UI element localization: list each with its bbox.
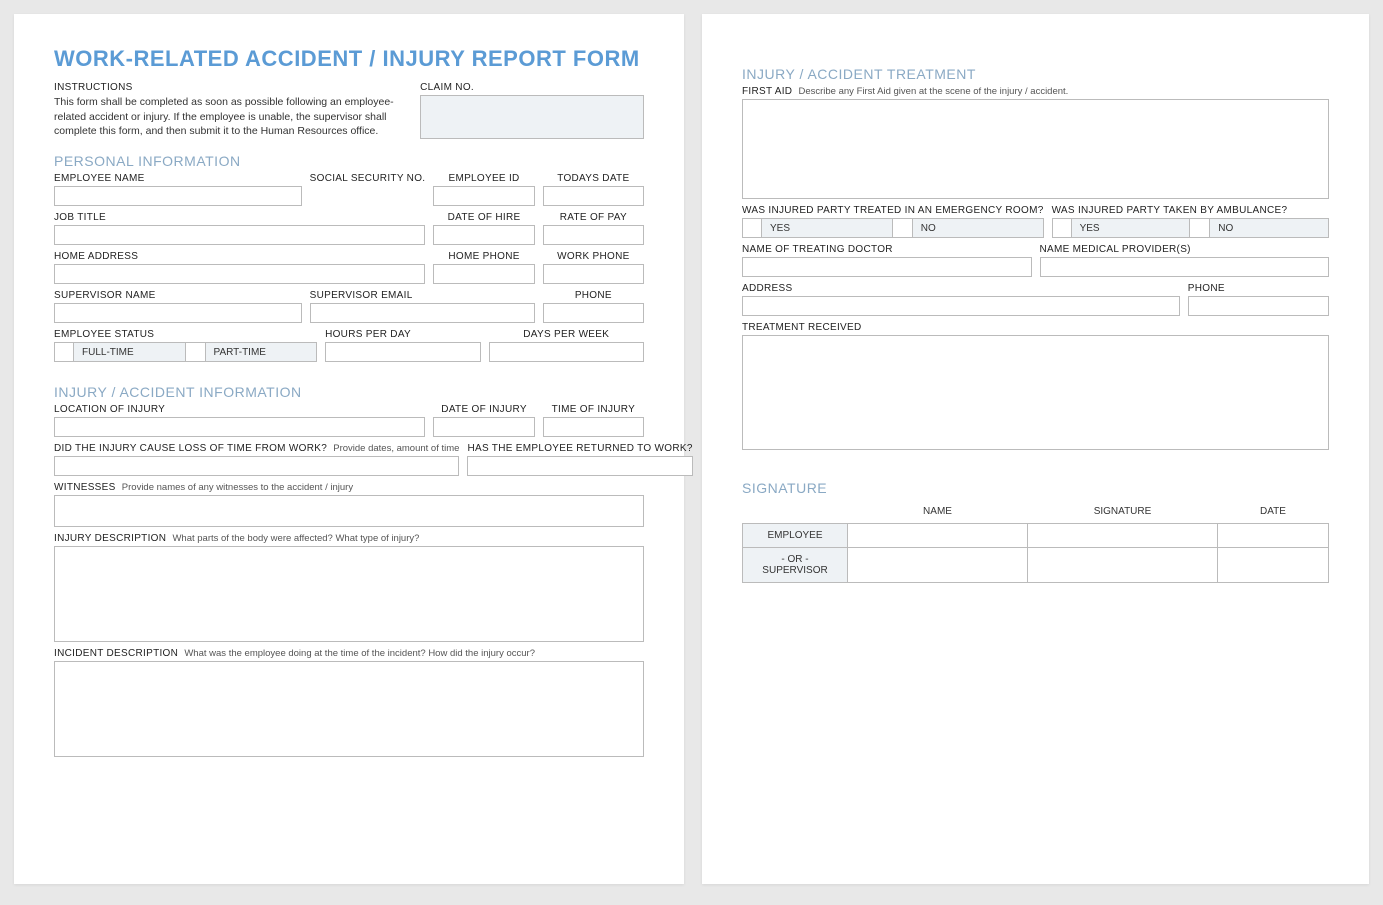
instructions-label: INSTRUCTIONS	[54, 82, 412, 93]
er-question-label: WAS INJURED PARTY TREATED IN AN EMERGENC…	[742, 205, 1044, 216]
treatment-phone-label: PHONE	[1188, 283, 1329, 294]
first-aid-input[interactable]	[742, 99, 1329, 199]
supervisor-email-label: SUPERVISOR EMAIL	[310, 290, 535, 301]
work-phone-input[interactable]	[543, 264, 644, 284]
amb-yes-label: YES	[1072, 218, 1191, 238]
provider-input[interactable]	[1040, 257, 1330, 277]
date-of-injury-input[interactable]	[433, 417, 534, 437]
supervisor-phone-input[interactable]	[543, 303, 644, 323]
er-no-label: NO	[913, 218, 1044, 238]
amb-no-label: NO	[1210, 218, 1329, 238]
date-of-injury-label: DATE OF INJURY	[433, 404, 534, 415]
address-input[interactable]	[742, 296, 1180, 316]
treatment-heading: INJURY / ACCIDENT TREATMENT	[742, 66, 1329, 82]
home-phone-input[interactable]	[433, 264, 534, 284]
loss-time-input[interactable]	[54, 456, 459, 476]
home-address-input[interactable]	[54, 264, 425, 284]
witnesses-label: WITNESSES Provide names of any witnesses…	[54, 482, 644, 493]
rate-of-pay-input[interactable]	[543, 225, 644, 245]
todays-date-label: TODAYS DATE	[543, 173, 644, 184]
hours-per-day-input[interactable]	[325, 342, 480, 362]
personal-heading: PERSONAL INFORMATION	[54, 153, 644, 169]
fulltime-checkbox[interactable]	[54, 342, 74, 362]
page-2: INJURY / ACCIDENT TREATMENT FIRST AID De…	[702, 14, 1369, 884]
employee-id-label: EMPLOYEE ID	[433, 173, 534, 184]
employee-id-input[interactable]	[433, 186, 534, 206]
instructions-text: This form shall be completed as soon as …	[54, 95, 412, 138]
treatment-phone-input[interactable]	[1188, 296, 1329, 316]
claim-no-label: CLAIM NO.	[420, 82, 644, 93]
sig-supervisor-signature-input[interactable]	[1028, 548, 1218, 583]
sig-employee-name-input[interactable]	[848, 524, 1028, 548]
days-per-week-input[interactable]	[489, 342, 644, 362]
location-label: LOCATION OF INJURY	[54, 404, 425, 415]
er-yes-label: YES	[762, 218, 893, 238]
claim-no-input[interactable]	[420, 95, 644, 139]
returned-label: HAS THE EMPLOYEE RETURNED TO WORK?	[467, 443, 692, 454]
doctor-input[interactable]	[742, 257, 1032, 277]
time-of-injury-input[interactable]	[543, 417, 644, 437]
signature-table: NAME SIGNATURE DATE EMPLOYEE - OR - SUPE…	[742, 500, 1329, 583]
sig-col-name: NAME	[848, 500, 1028, 524]
loss-time-label: DID THE INJURY CAUSE LOSS OF TIME FROM W…	[54, 443, 459, 454]
days-per-week-label: DAYS PER WEEK	[489, 329, 644, 340]
page-1: WORK-RELATED ACCIDENT / INJURY REPORT FO…	[14, 14, 684, 884]
supervisor-email-input[interactable]	[310, 303, 535, 323]
sig-employee-signature-input[interactable]	[1028, 524, 1218, 548]
injury-heading: INJURY / ACCIDENT INFORMATION	[54, 384, 644, 400]
sig-employee-date-input[interactable]	[1218, 524, 1329, 548]
fulltime-label: FULL-TIME	[74, 342, 186, 362]
employee-status-label: EMPLOYEE STATUS	[54, 329, 317, 340]
job-title-input[interactable]	[54, 225, 425, 245]
date-of-hire-input[interactable]	[433, 225, 534, 245]
job-title-label: JOB TITLE	[54, 212, 425, 223]
injury-desc-input[interactable]	[54, 546, 644, 642]
location-input[interactable]	[54, 417, 425, 437]
address-label: ADDRESS	[742, 283, 1180, 294]
first-aid-label: FIRST AID Describe any First Aid given a…	[742, 86, 1329, 97]
home-phone-label: HOME PHONE	[433, 251, 534, 262]
injury-desc-label: INJURY DESCRIPTION What parts of the bod…	[54, 533, 644, 544]
form-title: WORK-RELATED ACCIDENT / INJURY REPORT FO…	[54, 46, 644, 72]
treatment-received-label: TREATMENT RECEIVED	[742, 322, 1329, 333]
amb-yes-checkbox[interactable]	[1052, 218, 1072, 238]
returned-input[interactable]	[467, 456, 692, 476]
sig-col-date: DATE	[1218, 500, 1329, 524]
sig-supervisor-name-input[interactable]	[848, 548, 1028, 583]
ambulance-question-label: WAS INJURED PARTY TAKEN BY AMBULANCE?	[1052, 205, 1329, 216]
witnesses-input[interactable]	[54, 495, 644, 527]
ssn-label: SOCIAL SECURITY NO.	[310, 173, 426, 184]
employee-name-label: EMPLOYEE NAME	[54, 173, 302, 184]
treatment-received-input[interactable]	[742, 335, 1329, 450]
sig-row-employee: EMPLOYEE	[743, 524, 848, 548]
work-phone-label: WORK PHONE	[543, 251, 644, 262]
home-address-label: HOME ADDRESS	[54, 251, 425, 262]
doctor-label: NAME OF TREATING DOCTOR	[742, 244, 1032, 255]
er-yes-checkbox[interactable]	[742, 218, 762, 238]
employee-name-input[interactable]	[54, 186, 302, 206]
er-no-checkbox[interactable]	[893, 218, 913, 238]
time-of-injury-label: TIME OF INJURY	[543, 404, 644, 415]
amb-no-checkbox[interactable]	[1190, 218, 1210, 238]
sig-row-supervisor: - OR - SUPERVISOR	[743, 548, 848, 583]
supervisor-name-input[interactable]	[54, 303, 302, 323]
todays-date-input[interactable]	[543, 186, 644, 206]
date-of-hire-label: DATE OF HIRE	[433, 212, 534, 223]
incident-desc-label: INCIDENT DESCRIPTION What was the employ…	[54, 648, 644, 659]
sig-col-signature: SIGNATURE	[1028, 500, 1218, 524]
parttime-label: PART-TIME	[206, 342, 318, 362]
sig-supervisor-date-input[interactable]	[1218, 548, 1329, 583]
supervisor-phone-label: PHONE	[543, 290, 644, 301]
parttime-checkbox[interactable]	[186, 342, 206, 362]
signature-heading: SIGNATURE	[742, 480, 1329, 496]
rate-of-pay-label: RATE OF PAY	[543, 212, 644, 223]
provider-label: NAME MEDICAL PROVIDER(S)	[1040, 244, 1330, 255]
supervisor-name-label: SUPERVISOR NAME	[54, 290, 302, 301]
incident-desc-input[interactable]	[54, 661, 644, 757]
hours-per-day-label: HOURS PER DAY	[325, 329, 480, 340]
